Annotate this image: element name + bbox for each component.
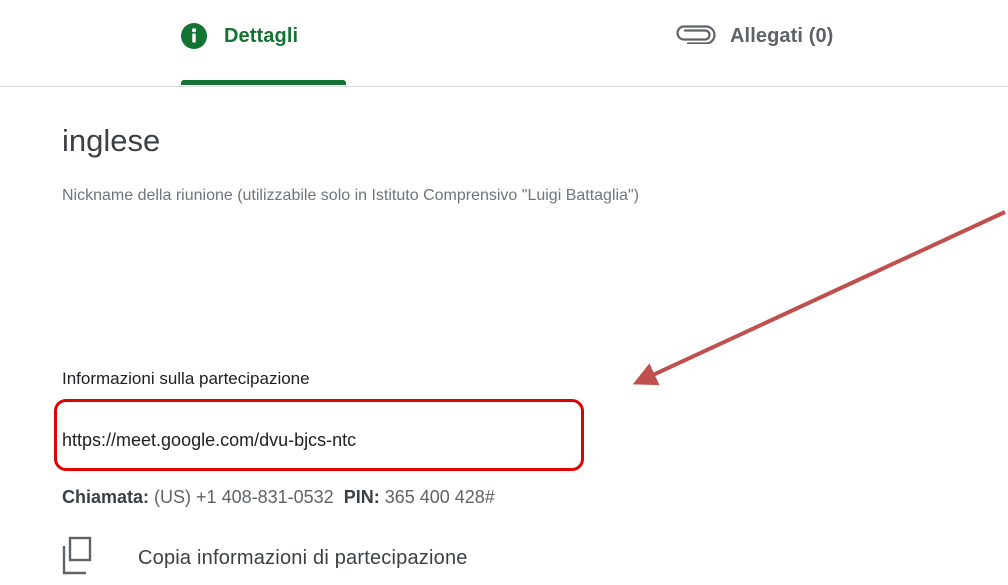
join-info-heading: Informazioni sulla partecipazione <box>62 369 310 388</box>
copy-icon <box>60 536 94 581</box>
info-icon <box>181 23 207 49</box>
paperclip-icon <box>676 24 716 49</box>
tab-bar: Dettagli Allegati (0) <box>0 0 1008 87</box>
active-tab-indicator <box>181 80 346 85</box>
call-number[interactable]: (US) +1 408-831-0532 <box>154 487 334 507</box>
meeting-nickname-note: Nickname della riunione (utilizzabile so… <box>62 187 639 204</box>
pin-value: 365 400 428# <box>384 487 495 507</box>
dial-in-line: Chiamata: (US) +1 408-831-0532 PIN: 365 … <box>62 487 495 508</box>
highlight-box <box>54 399 584 471</box>
tab-details-label: Dettagli <box>224 24 299 47</box>
copy-join-info-label: Copia informazioni di partecipazione <box>138 546 468 569</box>
call-label: Chiamata: <box>62 487 150 507</box>
tab-attachments[interactable]: Allegati (0) <box>676 0 896 86</box>
tab-details[interactable]: Dettagli <box>181 0 346 86</box>
copy-join-info-button[interactable]: Copia informazioni di partecipazione <box>60 536 468 581</box>
event-title: inglese <box>62 123 161 158</box>
tab-attachments-label: Allegati (0) <box>730 24 834 47</box>
pin-label: PIN: <box>343 487 380 507</box>
